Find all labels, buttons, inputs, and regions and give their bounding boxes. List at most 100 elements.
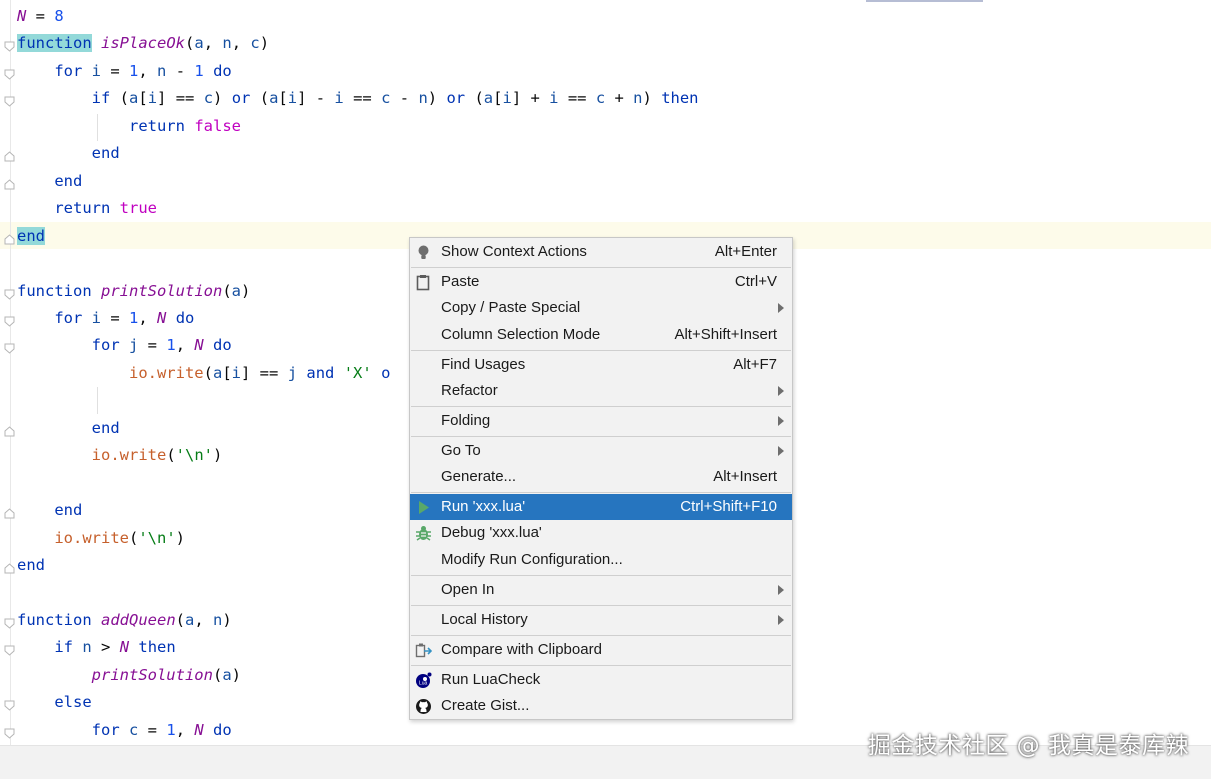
menu-item-label: Run LuaCheck	[441, 671, 541, 688]
menu-item-local-history[interactable]: Local History	[410, 607, 792, 633]
code-line[interactable]: function isPlaceOk(a, n, c)	[17, 30, 269, 57]
code-line[interactable]: else	[17, 689, 92, 716]
code-line[interactable]: for i = 1, n - 1 do	[17, 58, 231, 85]
menu-item-go-to[interactable]: Go To	[410, 438, 792, 464]
menu-item-create-gist[interactable]: Create Gist...	[410, 693, 792, 719]
menu-item-modify-run-configuration[interactable]: Modify Run Configuration...	[410, 547, 792, 573]
fold-icon[interactable]	[4, 341, 15, 355]
code-line[interactable]: end	[17, 497, 82, 524]
menu-item-refactor[interactable]: Refactor	[410, 378, 792, 404]
menu-item-label: Folding	[441, 412, 491, 429]
code-token: [	[138, 89, 148, 108]
bug-icon	[415, 525, 432, 542]
menu-item-debug[interactable]: Debug 'xxx.lua'	[410, 520, 792, 546]
code-line[interactable]: for i = 1, N do	[17, 305, 194, 332]
fold-icon[interactable]	[4, 67, 15, 80]
code-token: (	[175, 610, 185, 629]
fold-icon[interactable]	[4, 232, 15, 245]
code-line[interactable]: if n > N then	[17, 634, 175, 661]
fold-icon[interactable]	[4, 149, 15, 162]
fold-icon[interactable]	[4, 39, 15, 53]
code-token: do	[213, 720, 232, 739]
code-token: -	[166, 61, 195, 80]
code-token: ] ==	[157, 89, 204, 108]
fold-icon[interactable]	[4, 616, 15, 629]
code-line[interactable]: printSolution(a)	[17, 662, 241, 689]
code-line[interactable]: return true	[17, 195, 157, 222]
code-token: j	[287, 363, 298, 382]
code-line[interactable]: if (a[i] == c) or (a[i] - i == c - n) or…	[17, 85, 699, 112]
menu-item-label: Paste	[441, 273, 480, 290]
menu-item-run[interactable]: Run 'xxx.lua' Ctrl+Shift+F10	[410, 494, 792, 520]
code-line[interactable]: N = 8	[17, 3, 64, 30]
menu-item-paste[interactable]: Paste Ctrl+V	[410, 269, 792, 295]
menu-item-show-context-actions[interactable]: Show Context Actions Alt+Enter	[410, 239, 792, 265]
code-line[interactable]: io.write('\n')	[17, 525, 185, 552]
code-line[interactable]: end	[17, 552, 45, 579]
code-token: c	[250, 34, 260, 53]
menu-item-shortcut: Ctrl+V	[734, 273, 777, 290]
menu-item-compare-with-clipboard[interactable]: Compare with Clipboard	[410, 637, 792, 663]
fold-icon[interactable]	[4, 424, 15, 437]
code-line[interactable]: end	[17, 223, 45, 250]
menu-item-copy-paste-special[interactable]: Copy / Paste Special	[410, 295, 792, 321]
code-token: +	[605, 89, 634, 108]
code-token: for	[54, 61, 83, 80]
github-icon	[415, 698, 432, 715]
code-token: if	[91, 89, 111, 108]
code-line[interactable]: function addQueen(a, n)	[17, 607, 232, 634]
code-line[interactable]: for c = 1, N do	[17, 717, 232, 744]
code-line[interactable]: for j = 1, N do	[17, 332, 232, 359]
code-line[interactable]: function printSolution(a)	[17, 278, 250, 305]
menu-item-label: Open In	[441, 581, 495, 598]
code-token: (	[250, 89, 270, 108]
fold-icon[interactable]	[4, 698, 15, 711]
fold-icon[interactable]	[4, 177, 15, 190]
code-line[interactable]: io.write('\n')	[17, 442, 223, 469]
code-token: i	[549, 89, 559, 108]
code-line[interactable]: end	[17, 140, 120, 167]
fold-icon[interactable]	[4, 726, 15, 739]
fold-icon[interactable]	[4, 561, 15, 574]
code-token: )	[427, 89, 447, 108]
code-token: io.write	[54, 528, 129, 547]
code-token: 1	[166, 336, 176, 355]
code-token: 1	[166, 720, 176, 739]
menu-item-open-in[interactable]: Open In	[410, 577, 792, 603]
fold-icon[interactable]	[4, 506, 15, 519]
code-token: or	[446, 89, 466, 108]
editor-context-menu[interactable]: Show Context Actions Alt+Enter Paste Ctrl+V…	[409, 237, 793, 720]
menu-item-run-luacheck[interactable]: Lua Run LuaCheck	[410, 667, 792, 693]
submenu-arrow-icon	[778, 386, 784, 396]
code-token: for	[91, 336, 120, 355]
code-token: c	[129, 720, 139, 739]
code-token: else	[54, 693, 92, 712]
code-line[interactable]: io.write(a[i] == j and 'X' o	[17, 360, 390, 387]
fold-icon[interactable]	[4, 643, 15, 657]
code-line[interactable]: end	[17, 168, 82, 195]
code-token: N	[194, 336, 204, 355]
menu-item-find-usages[interactable]: Find Usages Alt+F7	[410, 352, 792, 378]
code-token: ==	[343, 89, 382, 108]
code-line[interactable]: end	[17, 415, 120, 442]
code-token: '\n'	[138, 528, 176, 547]
fold-icon[interactable]	[4, 287, 15, 300]
code-token: function	[17, 34, 92, 53]
code-line[interactable]: return false	[17, 113, 241, 140]
code-token: )	[642, 89, 662, 108]
menu-item-column-selection-mode[interactable]: Column Selection Mode Alt+Shift+Insert	[410, 322, 792, 348]
fold-icon[interactable]	[4, 314, 15, 327]
fold-icon[interactable]	[4, 94, 15, 108]
code-token: >	[91, 638, 120, 657]
menu-item-folding[interactable]: Folding	[410, 408, 792, 434]
menu-item-generate[interactable]: Generate... Alt+Insert	[410, 464, 792, 490]
code-token: ==	[558, 89, 596, 108]
